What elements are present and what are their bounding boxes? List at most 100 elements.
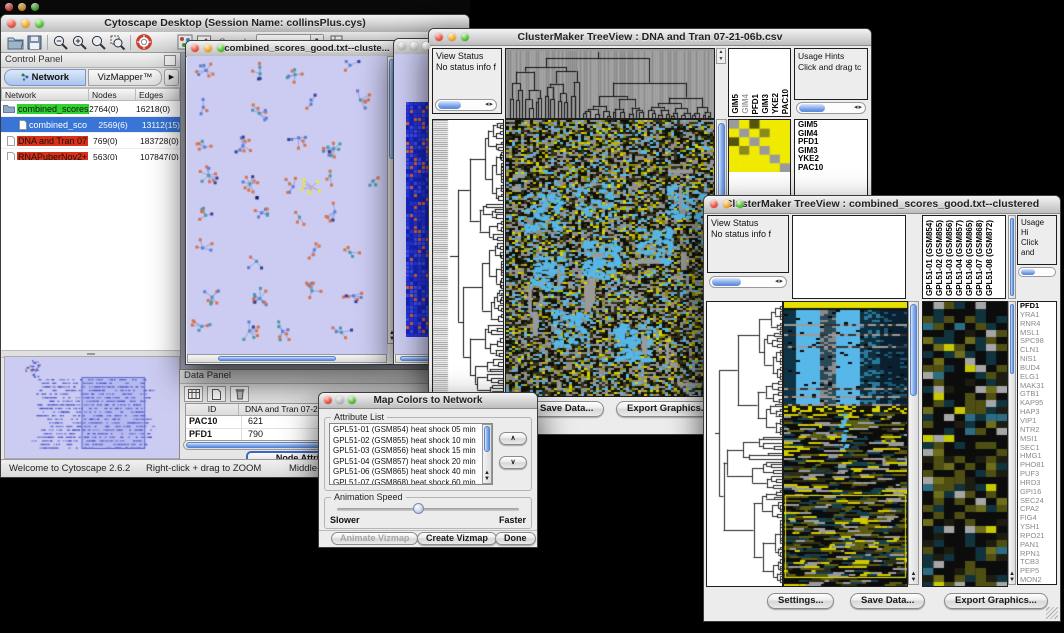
birdseye-view[interactable] xyxy=(4,356,180,459)
scrollbar-thumb[interactable] xyxy=(910,304,917,396)
scrollbar-arrows[interactable]: ▲▼ xyxy=(483,470,491,482)
col-nodes[interactable]: Nodes xyxy=(89,88,136,101)
open-file-icon[interactable] xyxy=(6,33,25,51)
close-icon[interactable] xyxy=(191,44,199,52)
minimize-icon[interactable] xyxy=(204,44,212,52)
zoom-window-icon[interactable] xyxy=(422,42,430,50)
attribute-item[interactable]: GPL51-02 (GSM855) heat shock 10 min xyxy=(333,436,492,447)
gene-label[interactable]: MON2 xyxy=(1020,576,1056,585)
export-graphics-button[interactable]: Export Graphics... xyxy=(944,593,1048,609)
zoom-window-icon[interactable] xyxy=(217,44,225,52)
close-icon[interactable] xyxy=(435,33,443,41)
settings-button[interactable]: Settings... xyxy=(767,593,834,609)
scrollbar-thumb[interactable] xyxy=(484,426,490,452)
zoom-heatmap[interactable] xyxy=(729,120,790,172)
attribute-item[interactable]: GPL51-07 (GSM868) heat shock 60 min xyxy=(333,478,492,486)
save-data-button[interactable]: Save Data... xyxy=(529,401,604,417)
animate-vizmap-button[interactable]: Animate Vizmap xyxy=(331,532,418,545)
close-icon[interactable] xyxy=(324,396,332,404)
scrollbar-arrows[interactable]: ◂▸ xyxy=(854,103,863,113)
scrollbar-thumb[interactable] xyxy=(218,356,336,361)
move-down-button[interactable]: ∨ xyxy=(499,456,527,469)
scrollbar-thumb[interactable] xyxy=(1010,218,1014,296)
usage-hints-scrollbar[interactable] xyxy=(1018,267,1056,277)
select-attributes-icon[interactable] xyxy=(184,386,203,402)
attribute-item[interactable]: GPL51-06 (GSM865) heat shock 40 min xyxy=(333,467,492,478)
col-id[interactable]: ID xyxy=(186,404,239,415)
minimize-icon[interactable] xyxy=(336,396,344,404)
zoom-selected-icon[interactable] xyxy=(108,33,127,51)
minimize-icon[interactable] xyxy=(21,19,30,28)
attribute-item[interactable]: GPL51-04 (GSM857) heat shock 20 min xyxy=(333,457,492,468)
labels-vscrollbar[interactable] xyxy=(1008,215,1016,299)
view-status-scrollbar[interactable]: ◂▸ xyxy=(435,99,497,111)
global-heatmap[interactable] xyxy=(505,119,715,397)
zoom-fit-icon[interactable] xyxy=(89,33,108,51)
attribute-list[interactable]: GPL51-01 (GSM854) heat shock 05 minGPL51… xyxy=(329,423,493,485)
row-label[interactable]: PAC10 xyxy=(798,164,867,173)
genes-vscrollbar[interactable]: ▲▼ xyxy=(1008,301,1016,585)
network-canvas[interactable] xyxy=(187,56,388,354)
scrollbar-thumb[interactable] xyxy=(438,101,461,109)
tab-vizmapper[interactable]: VizMapper™ xyxy=(88,69,162,86)
table-row[interactable]: DNA and Tran 07 769(0) 183728(0) xyxy=(1,133,180,149)
scrollbar-thumb[interactable] xyxy=(1010,304,1014,374)
tab-overflow-button[interactable]: ▶ xyxy=(164,69,179,86)
close-icon[interactable] xyxy=(5,3,13,11)
zoom-window-icon[interactable] xyxy=(348,396,356,404)
col-edges[interactable]: Edges xyxy=(136,88,180,101)
titlebar[interactable]: ClusterMaker TreeView : DNA and Tran 07-… xyxy=(429,29,871,46)
zoom-window-icon[interactable] xyxy=(461,33,469,41)
scrollbar-arrows[interactable]: ▲▼ xyxy=(909,571,918,583)
attribute-item[interactable]: GPL51-01 (GSM854) heat shock 05 min xyxy=(333,425,492,436)
attribute-list-scrollbar[interactable]: ▲▼ xyxy=(482,424,492,484)
titlebar[interactable]: Map Colors to Network xyxy=(319,393,537,409)
scrollbar-thumb[interactable] xyxy=(712,278,741,286)
usage-hints-scrollbar[interactable]: ◂▸ xyxy=(796,102,866,114)
view-status-scrollbar[interactable]: ◂▸ xyxy=(709,276,787,288)
heatmap-vscrollbar[interactable]: ▲▼ xyxy=(908,301,919,585)
table-row[interactable]: combined_scores_ 2764(0) 16218(0) xyxy=(1,101,180,117)
save-icon[interactable] xyxy=(25,33,44,51)
save-data-button[interactable]: Save Data... xyxy=(850,593,925,609)
close-icon[interactable] xyxy=(398,42,406,50)
speed-slider-track[interactable] xyxy=(337,508,519,511)
minimize-icon[interactable] xyxy=(448,33,456,41)
network-hscrollbar[interactable] xyxy=(187,354,387,363)
zoom-window-icon[interactable] xyxy=(35,19,44,28)
global-heatmap[interactable] xyxy=(783,301,908,587)
column-dendrogram[interactable] xyxy=(505,48,715,119)
minimize-icon[interactable] xyxy=(18,3,26,11)
zoom-heatmap[interactable] xyxy=(922,301,1008,587)
row-dendrogram[interactable] xyxy=(432,119,504,397)
table-row-selected[interactable]: combined_sco 2569(6) 13112(15) xyxy=(1,117,180,133)
close-icon[interactable] xyxy=(710,200,718,208)
attribute-item[interactable]: GPL51-03 (GSM856) heat shock 15 min xyxy=(333,446,492,457)
tab-network[interactable]: Network xyxy=(4,69,86,86)
pane-arrows[interactable]: ▲▼ xyxy=(716,48,726,64)
float-panel-icon[interactable] xyxy=(164,55,176,66)
done-button[interactable]: Done xyxy=(495,532,536,545)
minimize-icon[interactable] xyxy=(410,42,418,50)
scrollbar-thumb[interactable] xyxy=(1021,269,1035,275)
close-icon[interactable] xyxy=(7,19,16,28)
new-attribute-icon[interactable] xyxy=(207,386,226,402)
titlebar[interactable]: combined_scores_good.txt--cluste... xyxy=(186,41,398,57)
zoom-window-icon[interactable] xyxy=(736,200,744,208)
scrollbar-arrows[interactable]: ▲▼ xyxy=(1009,571,1015,583)
resize-grip[interactable] xyxy=(1046,607,1058,619)
zoom-out-icon[interactable] xyxy=(51,33,70,51)
zoom-window-icon[interactable] xyxy=(31,3,39,11)
titlebar[interactable]: ClusterMaker TreeView : combined_scores_… xyxy=(704,196,1060,214)
help-lifering-icon[interactable] xyxy=(134,33,153,51)
move-up-button[interactable]: ∧ xyxy=(499,432,527,445)
scrollbar-arrows[interactable]: ◂▸ xyxy=(485,100,494,110)
create-vizmap-button[interactable]: Create Vizmap xyxy=(417,532,497,545)
minimize-icon[interactable] xyxy=(723,200,731,208)
col-network[interactable]: Network xyxy=(1,88,89,101)
zoom-in-icon[interactable] xyxy=(70,33,89,51)
delete-attribute-trash-icon[interactable] xyxy=(230,386,249,402)
speed-slider-thumb[interactable] xyxy=(413,503,424,514)
row-dendrogram[interactable] xyxy=(706,301,783,587)
scrollbar-arrows[interactable]: ◂▸ xyxy=(775,277,784,287)
